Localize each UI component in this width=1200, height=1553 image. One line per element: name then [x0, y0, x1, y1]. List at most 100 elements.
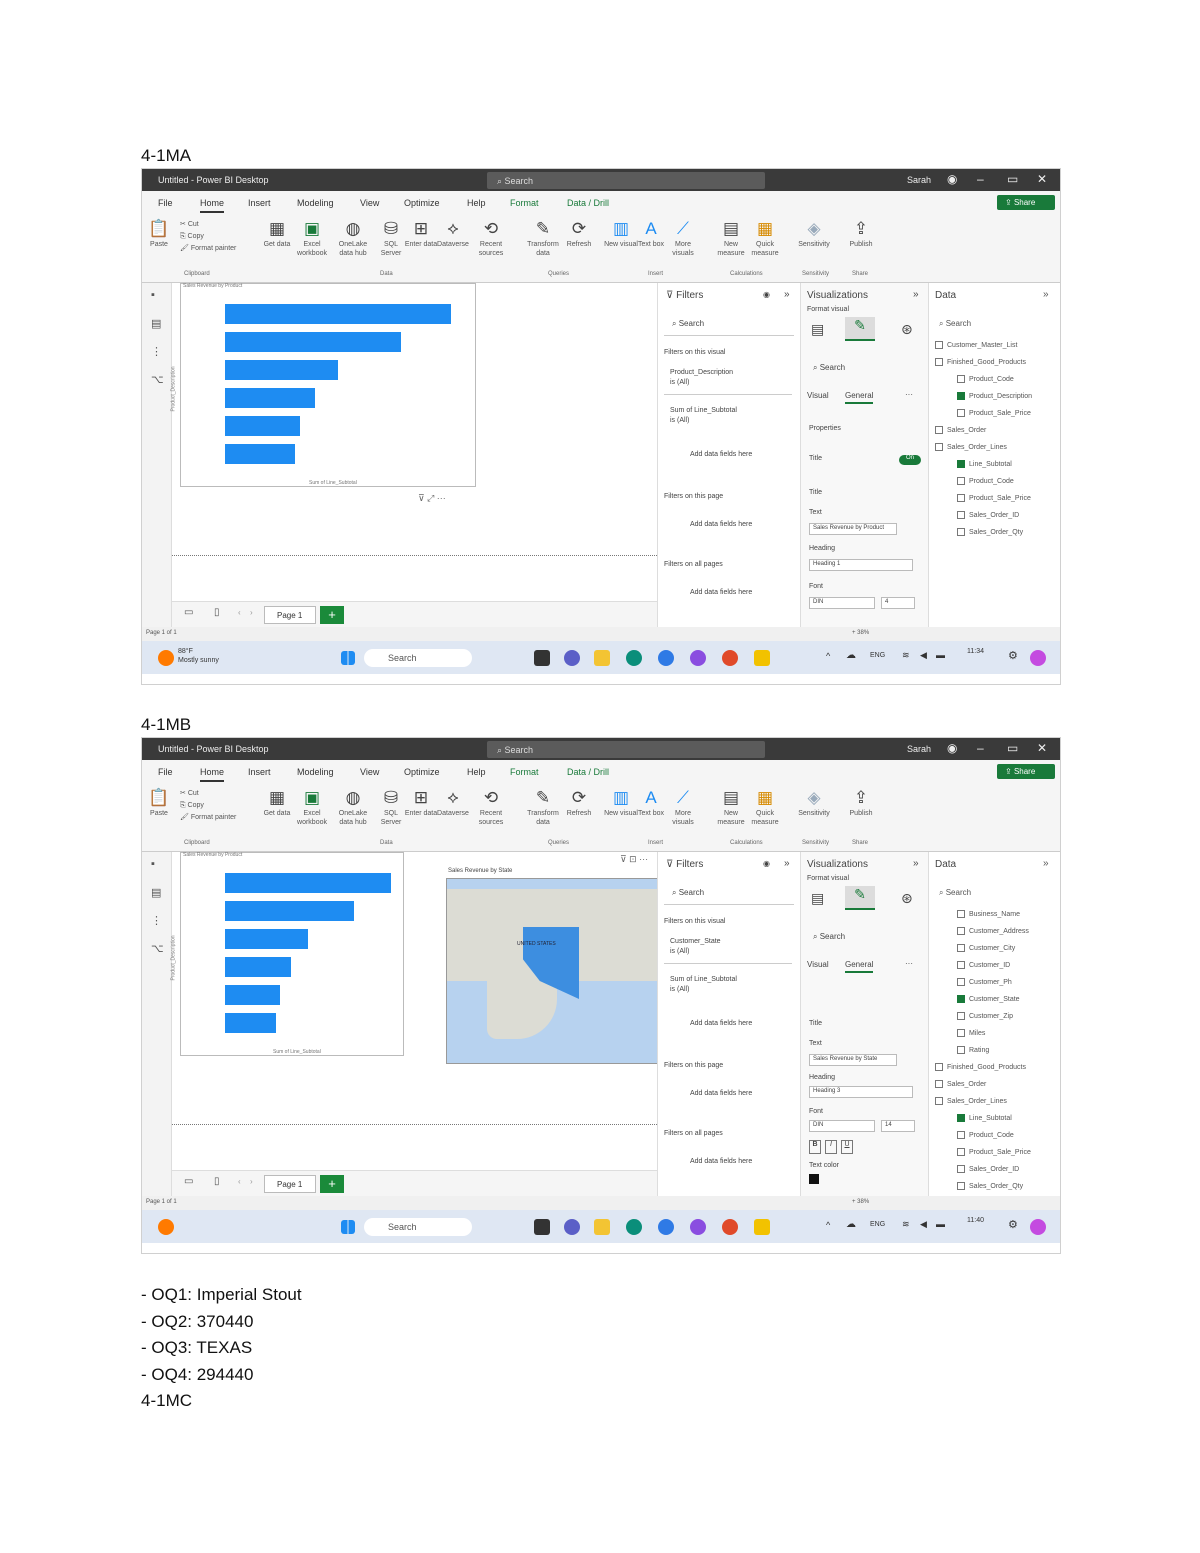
chart-bar[interactable] — [225, 929, 308, 949]
title-search-input[interactable]: ⌕ Search — [487, 741, 765, 758]
excel-button[interactable]: ▣ Excel workbook — [295, 218, 329, 258]
volume-icon[interactable]: ◀ — [920, 650, 927, 661]
data-field-item[interactable]: Miles — [957, 1029, 1057, 1037]
chart-bar[interactable] — [225, 388, 316, 408]
filter-card-2[interactable]: Sum of Line_Subtotal is (All) — [664, 970, 792, 1002]
transform-data-button[interactable]: ✎ Transform data — [526, 787, 560, 827]
filters-search-input[interactable]: ⌕ Search — [672, 888, 704, 898]
eye-icon[interactable]: ◉ — [763, 859, 770, 868]
tab-optimize[interactable]: Optimize — [404, 767, 440, 777]
data-field-item[interactable]: Product_Description — [957, 392, 1057, 400]
filter-card-1[interactable]: Product_Description is (All) — [664, 363, 792, 395]
close-icon[interactable]: ✕ — [1037, 741, 1047, 755]
tab-help[interactable]: Help — [467, 767, 486, 777]
cut-button[interactable]: ✂ Cut — [180, 788, 236, 800]
more-visuals-button[interactable]: ⟋ More visuals — [666, 787, 700, 827]
data-field-item[interactable]: Product_Code — [957, 477, 1057, 485]
add-fields-all[interactable]: Add data fields here — [690, 1158, 752, 1165]
dataverse-button[interactable]: ⟡ Dataverse — [436, 218, 470, 249]
data-table-item[interactable]: Finished_Good_Products — [935, 1063, 1035, 1071]
new-measure-button[interactable]: ▤ New measure — [714, 787, 748, 827]
tab-optimize[interactable]: Optimize — [404, 198, 440, 208]
filters-search-input[interactable]: ⌕ Search — [672, 319, 704, 329]
share-button[interactable]: ⇪ Share — [997, 195, 1055, 210]
onelake-button[interactable]: ◍ OneLake data hub — [336, 787, 370, 827]
file-explorer-icon[interactable] — [594, 1219, 610, 1235]
data-table-item[interactable]: Sales_Order — [935, 1080, 1035, 1088]
tab-data-drill[interactable]: Data / Drill — [567, 198, 609, 208]
chat-icon[interactable] — [658, 650, 674, 666]
data-field-item[interactable]: Sales_Order_ID — [957, 1165, 1057, 1173]
data-table-item[interactable]: Sales_Order — [935, 426, 1035, 434]
taskbar-search-input[interactable]: Search — [364, 649, 472, 667]
quick-measure-button[interactable]: ▦ Quick measure — [748, 218, 782, 258]
excel-button[interactable]: ▣ Excel workbook — [295, 787, 329, 827]
field-checkbox[interactable] — [957, 910, 965, 918]
data-field-item[interactable]: Business_Name — [957, 910, 1057, 918]
weather-widget[interactable]: 88°F Mostly sunny — [178, 647, 219, 665]
data-search-input[interactable]: ⌕ Search — [939, 319, 971, 329]
title-toggle-row[interactable]: Title — [809, 455, 822, 462]
chart-bar[interactable] — [225, 1013, 277, 1033]
map-visual[interactable]: UNITED STATES — [446, 878, 674, 1064]
tab-file[interactable]: File — [158, 767, 173, 777]
build-visual-icon[interactable]: ▤ — [811, 321, 824, 338]
taskbar-search-input[interactable]: Search — [364, 1218, 472, 1236]
build-visual-icon[interactable]: ▤ — [811, 890, 824, 907]
file-explorer-icon[interactable] — [594, 650, 610, 666]
field-checkbox[interactable] — [957, 961, 965, 969]
title-toggle[interactable]: On — [899, 455, 921, 465]
field-checkbox[interactable] — [957, 1046, 965, 1054]
windows-start-icon[interactable] — [341, 1220, 355, 1234]
new-visual-button[interactable]: ▥ New visual — [604, 218, 638, 249]
get-data-button[interactable]: ▦ Get data — [260, 787, 294, 818]
chart-bar[interactable] — [225, 873, 391, 893]
data-field-item[interactable]: Sales_Order_Qty — [957, 528, 1057, 536]
general-tab[interactable]: General — [845, 960, 874, 973]
mobile-view-icon[interactable]: ▯ — [214, 607, 220, 618]
add-fields-page[interactable]: Add data fields here — [690, 1090, 752, 1097]
chart-bar[interactable] — [225, 901, 355, 921]
user-name[interactable]: Sarah — [907, 175, 931, 185]
prev-page-icon[interactable]: ‹ — [238, 1177, 241, 1186]
prev-page-icon[interactable]: ‹ — [238, 608, 241, 617]
chart-bar[interactable] — [225, 957, 292, 977]
heading-select[interactable]: Heading 1 — [809, 559, 913, 571]
paste-button[interactable]: 📋 Paste — [144, 787, 174, 818]
next-page-icon[interactable]: › — [250, 608, 253, 617]
wifi-icon[interactable]: ≋ — [902, 650, 910, 661]
text-label[interactable]: Text — [809, 509, 822, 516]
chart-bar[interactable] — [225, 444, 296, 464]
transform-data-button[interactable]: ✎ Transform data — [526, 218, 560, 258]
chart-bar[interactable] — [225, 360, 338, 380]
field-checkbox[interactable] — [957, 1114, 965, 1122]
language-indicator[interactable]: ENG — [870, 652, 885, 659]
minimize-icon[interactable]: – — [977, 741, 984, 755]
add-fields-visual[interactable]: Add data fields here — [690, 451, 752, 458]
copy-button[interactable]: ⎘ Copy — [180, 800, 236, 812]
publish-button[interactable]: ⇪ Publish — [844, 218, 878, 249]
field-checkbox[interactable] — [957, 1165, 965, 1173]
format-brush-icon[interactable]: ✎ — [845, 886, 875, 910]
tray-chevron-icon[interactable]: ^ — [826, 1220, 830, 1230]
dax-view-icon[interactable]: ⌥ — [151, 373, 164, 386]
weather-icon[interactable] — [158, 650, 174, 666]
more-options-icon[interactable]: ··· — [905, 959, 913, 968]
account-icon[interactable]: ◉ — [947, 741, 957, 755]
chart-bar[interactable] — [225, 985, 280, 1005]
tab-format[interactable]: Format — [510, 198, 539, 208]
notification-icon[interactable]: ⚙ — [1008, 1218, 1018, 1231]
field-checkbox[interactable] — [957, 409, 965, 417]
copilot-icon[interactable] — [1030, 650, 1046, 666]
tray-chevron-icon[interactable]: ^ — [826, 651, 830, 661]
add-fields-page[interactable]: Add data fields here — [690, 521, 752, 528]
data-table-item[interactable]: Customer_Master_List — [935, 341, 1035, 349]
add-fields-visual[interactable]: Add data fields here — [690, 1020, 752, 1027]
table-view-icon[interactable]: ▤ — [151, 317, 161, 330]
get-data-button[interactable]: ▦ Get data — [260, 218, 294, 249]
new-visual-button[interactable]: ▥ New visual — [604, 787, 638, 818]
field-checkbox[interactable] — [957, 392, 965, 400]
filter-visual-icon[interactable]: ⊽ ⊡ ··· — [620, 854, 648, 865]
clock[interactable]: 11:40 — [967, 1216, 984, 1225]
sql-button[interactable]: ⛁ SQL Server — [374, 787, 408, 827]
